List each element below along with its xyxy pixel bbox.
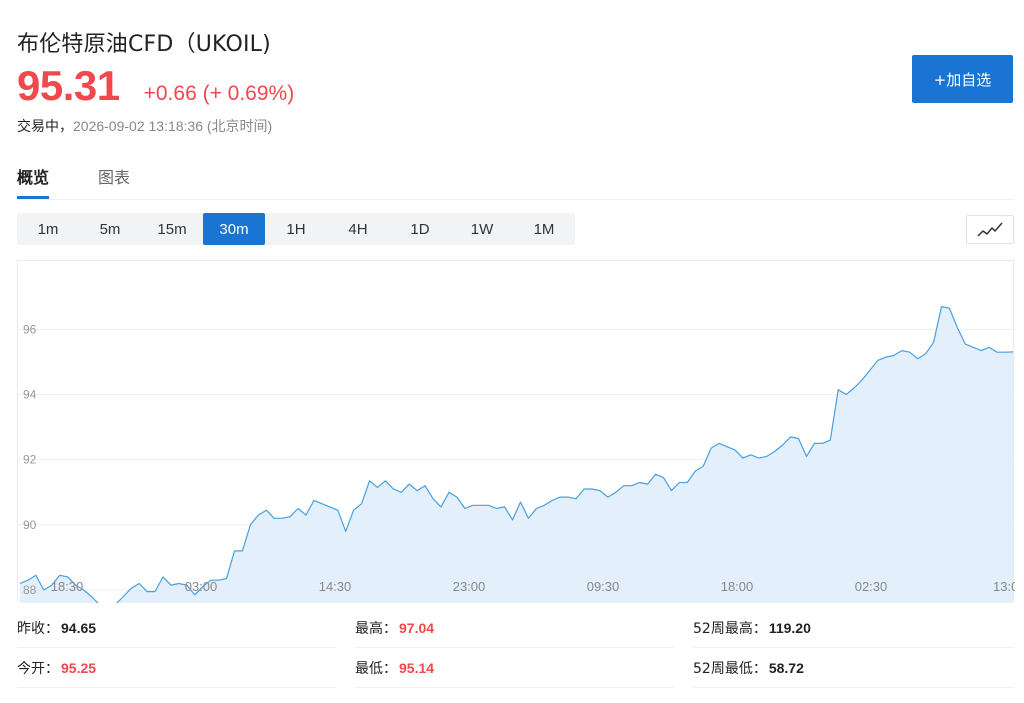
trading-timestamp: 2026-09-02 13:18:36 (北京时间) <box>73 118 273 134</box>
x-tick-label: 13:0 <box>993 579 1015 594</box>
tab-overview[interactable]: 概览 <box>17 164 50 199</box>
period-1m-button[interactable]: 1m <box>17 213 79 245</box>
stat-value: 97.04 <box>399 619 435 636</box>
period-30m-button[interactable]: 30m <box>203 213 265 245</box>
stats-table: 昨收： 94.65 最高： 97.04 52周最高： 119.20 今开： 95.25 … <box>17 608 1014 688</box>
period-1d-button[interactable]: 1D <box>389 213 451 245</box>
price-change: +0.66 (+ 0.69%) <box>143 82 295 105</box>
x-tick-label: 18:00 <box>721 579 754 594</box>
line-chart-icon <box>977 222 1003 237</box>
stat-label: 最低： <box>355 660 397 677</box>
period-4h-button[interactable]: 4H <box>327 213 389 245</box>
stat-open: 今开： 95.25 <box>17 648 336 688</box>
stat-label: 52周最高： <box>693 620 767 637</box>
stat-value: 119.20 <box>768 619 811 636</box>
chart-type-button[interactable] <box>966 215 1014 244</box>
stat-low: 最低： 95.14 <box>355 648 674 688</box>
stat-label: 昨收： <box>17 620 59 637</box>
stat-high: 最高： 97.04 <box>355 608 674 648</box>
stats-row: 昨收： 94.65 最高： 97.04 52周最高： 119.20 <box>17 608 1014 648</box>
stat-prev-close: 昨收： 94.65 <box>17 608 336 648</box>
period-selector: 1m 5m 15m 30m 1H 4H 1D 1W 1M <box>17 213 575 245</box>
tab-chart[interactable]: 图表 <box>98 164 130 188</box>
period-1mo-button[interactable]: 1M <box>513 213 575 245</box>
price-area-fill <box>20 306 1013 603</box>
y-tick-label: 94 <box>23 388 37 402</box>
stat-value: 95.25 <box>61 659 97 676</box>
last-price: 95.31 <box>17 62 120 109</box>
x-tick-label: 02:30 <box>855 579 888 594</box>
price-chart-svg: 88 90 92 94 96 18:30 03:00 14:30 23:00 09:30 18:00… <box>18 306 1015 603</box>
stat-label: 52周最低： <box>693 660 767 677</box>
y-tick-label: 90 <box>23 518 37 532</box>
stat-value: 58.72 <box>768 659 804 676</box>
trading-status-label: 交易中， <box>17 119 73 135</box>
instrument-title: 布伦特原油CFD（UKOIL) <box>17 32 271 57</box>
x-tick-label: 09:30 <box>587 579 620 594</box>
add-to-watchlist-button[interactable]: +加自选 <box>912 55 1013 103</box>
section-tabs: 概览 图表 <box>17 164 1014 200</box>
x-tick-label: 14:30 <box>319 579 352 594</box>
stats-row: 今开： 95.25 最低： 95.14 52周最低： 58.72 <box>17 648 1014 688</box>
y-tick-label: 88 <box>23 583 37 597</box>
price-row: 95.31 +0.66 (+ 0.69%) <box>17 62 294 110</box>
x-tick-label: 23:00 <box>453 579 486 594</box>
y-tick-label: 92 <box>23 453 37 467</box>
trading-status: 交易中，2026-09-02 13:18:36 (北京时间) <box>17 116 272 136</box>
stat-label: 最高： <box>355 620 397 637</box>
stat-52w-high: 52周最高： 119.20 <box>693 608 1014 648</box>
period-5m-button[interactable]: 5m <box>79 213 141 245</box>
x-tick-label: 03:00 <box>185 579 218 594</box>
period-1h-button[interactable]: 1H <box>265 213 327 245</box>
stat-label: 今开： <box>17 660 59 677</box>
x-tick-label: 18:30 <box>51 579 84 594</box>
stat-value: 95.14 <box>399 659 435 676</box>
period-15m-button[interactable]: 15m <box>141 213 203 245</box>
stat-value: 94.65 <box>61 619 97 636</box>
price-chart[interactable]: 88 90 92 94 96 18:30 03:00 14:30 23:00 09:30 18:00… <box>17 260 1015 603</box>
stat-52w-low: 52周最低： 58.72 <box>693 648 1014 688</box>
period-1w-button[interactable]: 1W <box>451 213 513 245</box>
y-tick-label: 96 <box>23 322 37 336</box>
